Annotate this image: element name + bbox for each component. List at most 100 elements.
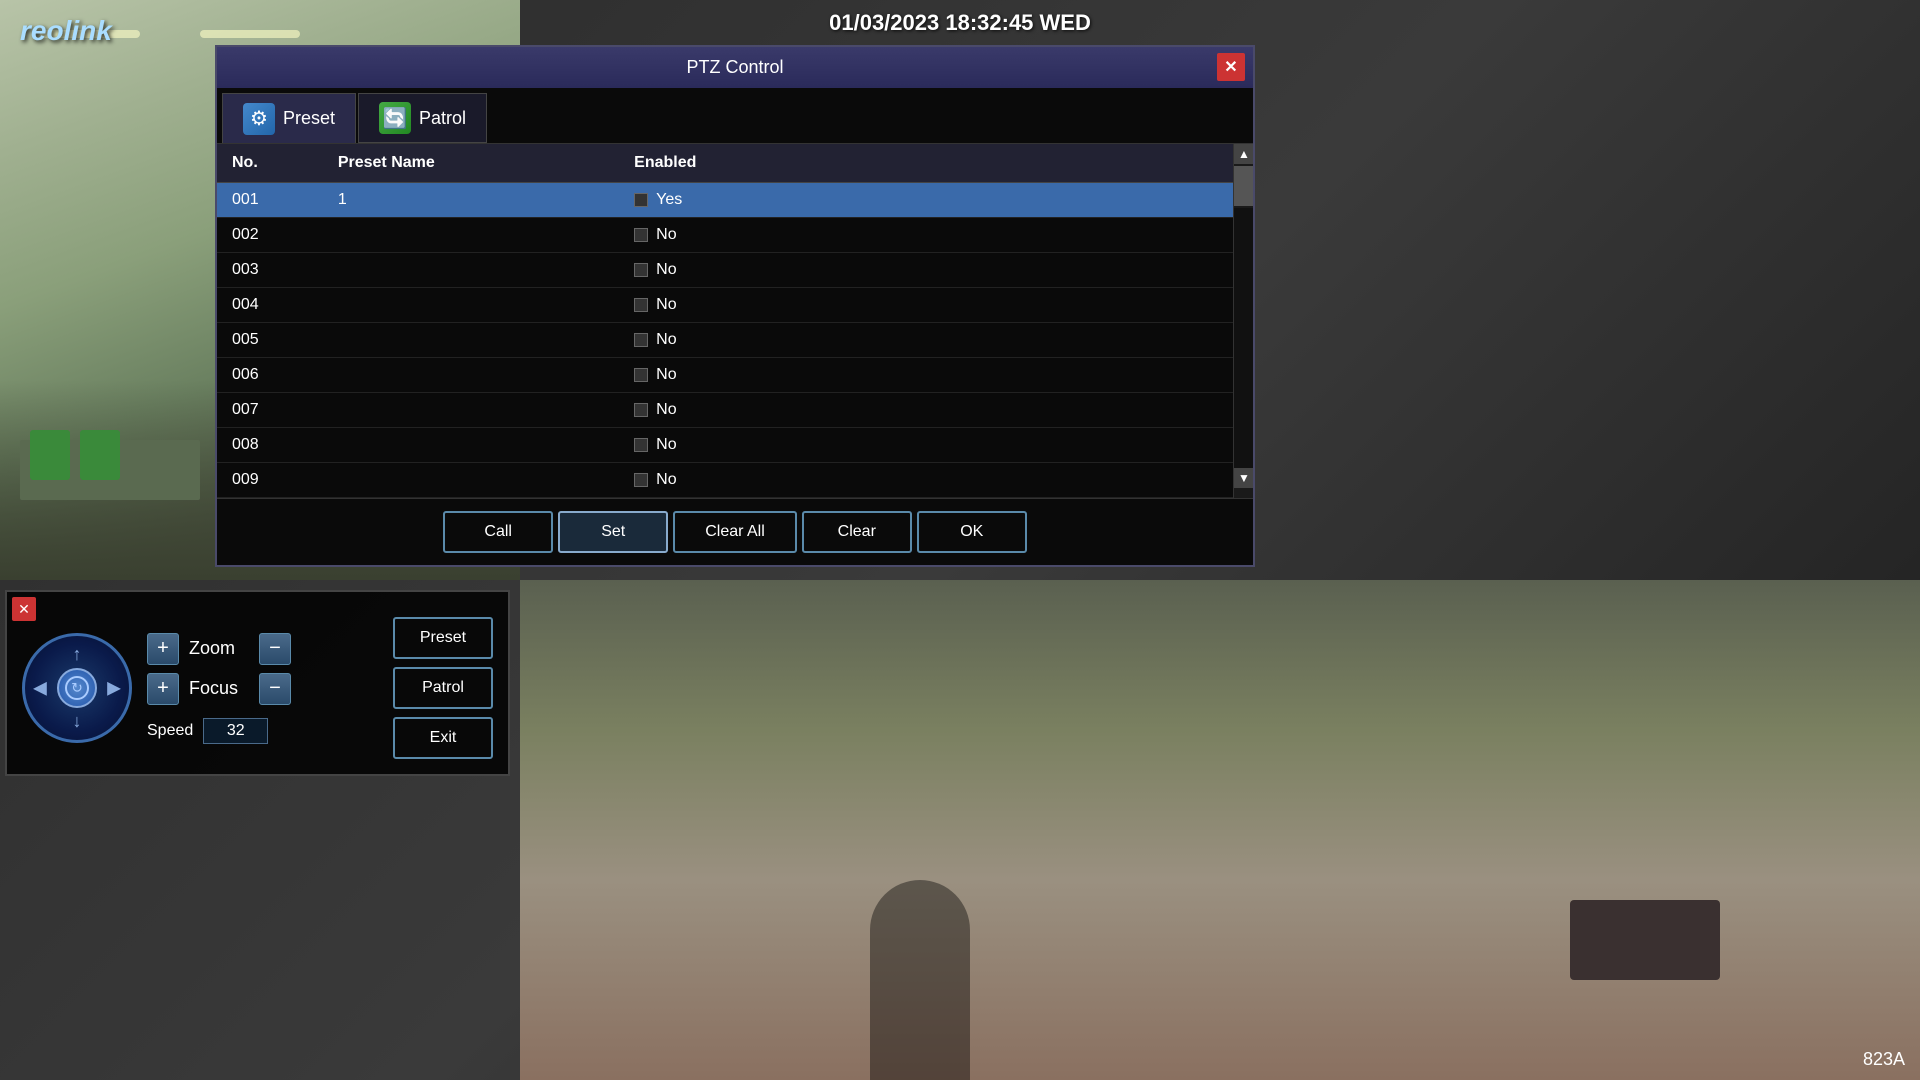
joystick-left-arrow: ◀: [33, 678, 47, 699]
header-enabled: Enabled: [619, 144, 1233, 183]
clear-all-button[interactable]: Clear All: [673, 511, 797, 553]
ptz-controls-close-button[interactable]: ✕: [12, 597, 36, 621]
ptz-controls-panel: ✕ ◀ ▶ + Zoom − + Focus −: [5, 590, 510, 776]
cell-no: 005: [217, 323, 323, 358]
cell-no: 006: [217, 358, 323, 393]
patrol-tab-icon: 🔄: [379, 102, 411, 134]
table-row[interactable]: 003No: [217, 253, 1233, 288]
enabled-checkbox[interactable]: [634, 333, 648, 347]
joystick-ring[interactable]: ◀ ▶: [22, 633, 132, 743]
focus-minus-button[interactable]: −: [259, 673, 291, 705]
camera-bottom-view: [520, 580, 1920, 1080]
scrollbar-track-bg: [1234, 208, 1253, 468]
cell-enabled: No: [619, 463, 1233, 498]
speed-label: Speed: [147, 722, 193, 740]
logo-text: reolink: [20, 15, 112, 46]
preset-table: No. Preset Name Enabled 0011Yes002No003N…: [217, 144, 1233, 498]
cell-enabled: No: [619, 253, 1233, 288]
cell-name: [323, 463, 619, 498]
cell-no: 009: [217, 463, 323, 498]
table-row[interactable]: 005 No: [217, 323, 1233, 358]
ptz-dialog: PTZ Control ✕ ⚙ Preset 🔄 Patrol No. Pres…: [215, 45, 1255, 567]
joystick[interactable]: ◀ ▶: [22, 633, 132, 743]
table-row[interactable]: 008 No: [217, 428, 1233, 463]
cell-no: 002: [217, 218, 323, 253]
cell-name: 1: [323, 183, 619, 218]
cell-name: [323, 323, 619, 358]
table-row[interactable]: 009 No: [217, 463, 1233, 498]
enabled-checkbox[interactable]: [634, 368, 648, 382]
cell-no: 001: [217, 183, 323, 218]
table-row[interactable]: 006 No: [217, 358, 1233, 393]
cell-enabled: No: [619, 288, 1233, 323]
enabled-checkbox[interactable]: [634, 438, 648, 452]
speed-row: Speed: [147, 718, 378, 744]
table-row[interactable]: 0011Yes: [217, 183, 1233, 218]
zoom-control-row: + Zoom −: [147, 633, 378, 665]
cell-name: [323, 288, 619, 323]
timestamp-display: 01/03/2023 18:32:45 WED: [829, 10, 1091, 36]
preset-tab-icon: ⚙: [243, 103, 275, 135]
cell-enabled: No: [619, 358, 1233, 393]
scrollbar-thumb[interactable]: [1234, 166, 1253, 206]
focus-plus-button[interactable]: +: [147, 673, 179, 705]
cell-name: [323, 218, 619, 253]
ptz-title-bar: PTZ Control ✕: [217, 47, 1253, 88]
enabled-checkbox[interactable]: [634, 193, 648, 207]
joystick-rotate-icon: [65, 676, 89, 700]
zoom-plus-button[interactable]: +: [147, 633, 179, 665]
zoom-minus-button[interactable]: −: [259, 633, 291, 665]
table-row[interactable]: 002 No: [217, 218, 1233, 253]
enabled-checkbox[interactable]: [634, 473, 648, 487]
cell-enabled: No: [619, 218, 1233, 253]
call-button[interactable]: Call: [443, 511, 553, 553]
cell-name: [323, 428, 619, 463]
cell-name: [323, 393, 619, 428]
scrollbar-up-button[interactable]: ▲: [1234, 144, 1253, 164]
cell-no: 008: [217, 428, 323, 463]
cell-name: [323, 253, 619, 288]
table-row[interactable]: 007 No: [217, 393, 1233, 428]
table-row[interactable]: 004 No: [217, 288, 1233, 323]
joystick-center[interactable]: [57, 668, 97, 708]
table-header-row: No. Preset Name Enabled: [217, 144, 1233, 183]
exit-control-button[interactable]: Exit: [393, 717, 493, 759]
preset-control-button[interactable]: Preset: [393, 617, 493, 659]
ptz-control-action-buttons: Preset Patrol Exit: [393, 617, 493, 759]
clear-button[interactable]: Clear: [802, 511, 912, 553]
speed-input[interactable]: [203, 718, 268, 744]
scrollbar-down-button[interactable]: ▼: [1234, 468, 1253, 488]
enabled-checkbox[interactable]: [634, 403, 648, 417]
enabled-checkbox[interactable]: [634, 228, 648, 242]
focus-control-row: + Focus −: [147, 673, 378, 705]
cell-enabled: No: [619, 323, 1233, 358]
bottom-code: 823A: [1863, 1049, 1905, 1070]
set-button[interactable]: Set: [558, 511, 668, 553]
ptz-tabs: ⚙ Preset 🔄 Patrol: [217, 88, 1253, 144]
tab-patrol[interactable]: 🔄 Patrol: [358, 93, 487, 143]
cell-name: [323, 358, 619, 393]
ptz-close-button[interactable]: ✕: [1217, 53, 1245, 81]
header-no: No.: [217, 144, 323, 183]
enabled-checkbox[interactable]: [634, 263, 648, 277]
zoom-label: Zoom: [189, 638, 249, 659]
enabled-checkbox[interactable]: [634, 298, 648, 312]
brand-logo: reolink: [20, 15, 112, 47]
cell-enabled: Yes: [619, 183, 1233, 218]
preset-tab-label: Preset: [283, 108, 335, 129]
ok-button[interactable]: OK: [917, 511, 1027, 553]
cell-no: 007: [217, 393, 323, 428]
tab-preset[interactable]: ⚙ Preset: [222, 93, 356, 143]
cell-enabled: No: [619, 428, 1233, 463]
patrol-control-button[interactable]: Patrol: [393, 667, 493, 709]
zoom-focus-section: + Zoom − + Focus − Speed: [147, 633, 378, 744]
scrollbar-track: ▲ ▼: [1233, 144, 1253, 498]
preset-table-container: No. Preset Name Enabled 0011Yes002No003N…: [217, 144, 1253, 498]
cell-enabled: No: [619, 393, 1233, 428]
header-name: Preset Name: [323, 144, 619, 183]
joystick-right-arrow: ▶: [107, 678, 121, 699]
ptz-title: PTZ Control: [686, 57, 783, 77]
cell-no: 004: [217, 288, 323, 323]
ptz-action-buttons: Call Set Clear All Clear OK: [217, 498, 1253, 565]
controls-content: ◀ ▶ + Zoom − + Focus − Speed: [22, 617, 493, 759]
